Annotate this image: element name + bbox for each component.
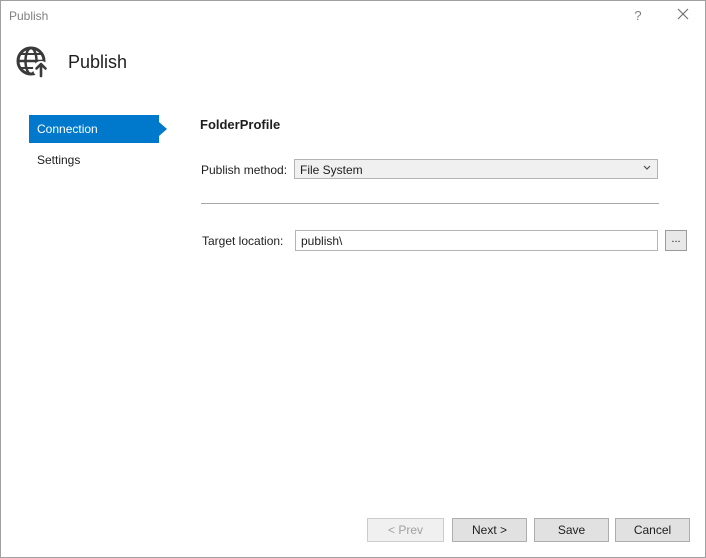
divider	[201, 203, 659, 204]
profile-name: FolderProfile	[200, 117, 281, 132]
publish-method-label: Publish method:	[201, 163, 288, 177]
sidebar-item-settings[interactable]: Settings	[29, 146, 159, 174]
target-location-label: Target location:	[202, 234, 284, 248]
cancel-button[interactable]: Cancel	[615, 518, 690, 542]
help-button[interactable]: ?	[627, 5, 649, 27]
publish-dialog: Publish ? Publish Connection Settings Fo…	[0, 0, 706, 558]
close-button[interactable]	[671, 5, 695, 27]
sidebar-nav: Connection Settings	[29, 115, 169, 177]
prev-button[interactable]: < Prev	[367, 518, 444, 542]
window-title: Publish	[9, 9, 49, 23]
globe-publish-icon	[15, 45, 51, 79]
next-button[interactable]: Next >	[452, 518, 527, 542]
target-location-input[interactable]: publish\	[295, 230, 658, 251]
sidebar-item-connection[interactable]: Connection	[29, 115, 167, 143]
chevron-down-icon	[643, 162, 651, 177]
close-icon	[677, 8, 689, 20]
page-title: Publish	[68, 52, 128, 72]
title-bar: Publish ?	[1, 1, 705, 31]
browse-button[interactable]: ...	[665, 230, 687, 251]
publish-method-select[interactable]: File System	[294, 159, 658, 179]
publish-method-value: File System	[300, 163, 363, 177]
target-location-value: publish\	[301, 234, 343, 248]
save-button[interactable]: Save	[534, 518, 609, 542]
